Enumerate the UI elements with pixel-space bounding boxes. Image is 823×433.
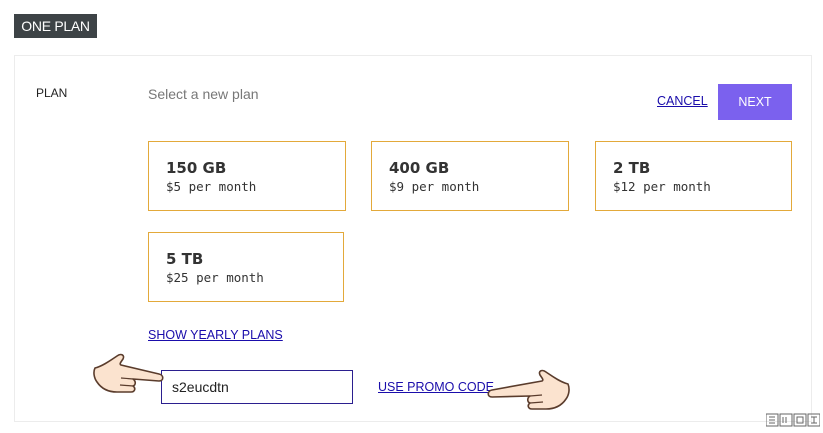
plan-price: $5 per month: [166, 179, 257, 194]
plan-size: 5 TB: [166, 250, 204, 268]
plan-price: $25 per month: [166, 270, 264, 285]
select-plan-subtitle: Select a new plan: [148, 86, 259, 102]
plan-section-label: PLAN: [36, 86, 68, 100]
plan-price: $12 per month: [613, 179, 711, 194]
plan-card-5tb[interactable]: 5 TB $25 per month: [148, 232, 344, 302]
promo-code-input[interactable]: [161, 370, 353, 404]
plan-card-400gb[interactable]: 400 GB $9 per month: [371, 141, 569, 211]
plan-card-150gb[interactable]: 150 GB $5 per month: [148, 141, 346, 211]
pointing-hand-right-icon: [93, 353, 164, 393]
plan-size: 400 GB: [389, 159, 450, 177]
use-promo-code-link[interactable]: USE PROMO CODE: [378, 380, 494, 394]
page-title: ONE PLAN: [14, 14, 97, 38]
cancel-link[interactable]: CANCEL: [657, 94, 708, 108]
plan-price: $9 per month: [389, 179, 480, 194]
show-yearly-plans-link[interactable]: SHOW YEARLY PLANS: [148, 328, 283, 342]
plan-size: 150 GB: [166, 159, 227, 177]
watermark-logo: [766, 413, 820, 427]
pointing-hand-left-icon: [487, 369, 570, 410]
plan-size: 2 TB: [613, 159, 651, 177]
next-button[interactable]: NEXT: [718, 84, 792, 120]
plan-card-2tb[interactable]: 2 TB $12 per month: [595, 141, 792, 211]
